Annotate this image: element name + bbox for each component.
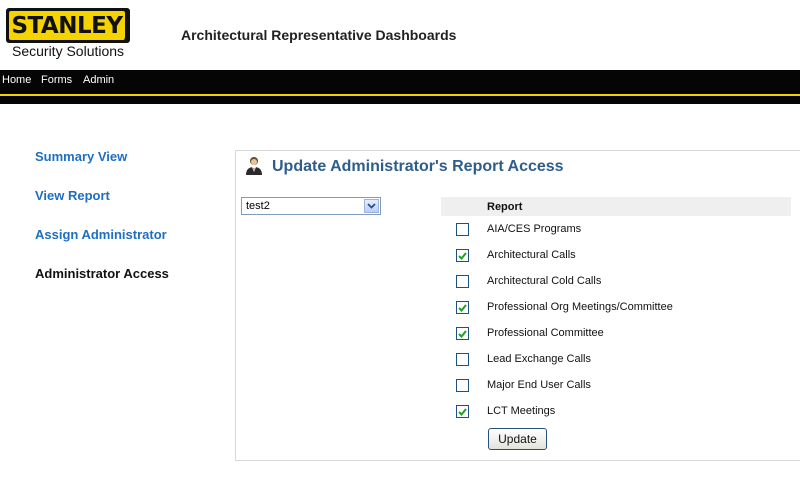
user-admin-icon — [246, 157, 262, 175]
sidebar-item-assign-administrator[interactable]: Assign Administrator — [35, 227, 167, 242]
nav-home[interactable]: Home — [2, 74, 31, 86]
report-label: Architectural Cold Calls — [487, 275, 602, 287]
report-checkbox-major-end-user-calls[interactable] — [456, 379, 469, 392]
sidebar-item-administrator-access: Administrator Access — [35, 266, 169, 281]
logo-text: STANLEY — [11, 12, 123, 39]
report-checkbox-architectural-calls[interactable] — [456, 249, 469, 262]
report-label: Architectural Calls — [487, 249, 576, 261]
logo-subtitle: Security Solutions — [12, 43, 125, 59]
nav-admin[interactable]: Admin — [83, 74, 114, 86]
report-label: Lead Exchange Calls — [487, 353, 591, 365]
checkmark-icon — [458, 407, 467, 416]
logo-badge-inner: STANLEY — [9, 11, 125, 40]
nav-bottom-bar — [0, 96, 800, 104]
chevron-down-icon — [367, 203, 376, 209]
registered-mark: ® — [124, 37, 128, 43]
report-checkbox-aia-ces-programs[interactable] — [456, 223, 469, 236]
update-button[interactable]: Update — [488, 428, 547, 450]
sidebar-item-view-report[interactable]: View Report — [35, 188, 110, 203]
nav-forms[interactable]: Forms — [41, 74, 72, 86]
dropdown-button[interactable] — [364, 199, 379, 213]
report-label: Professional Committee — [487, 327, 604, 339]
checkmark-icon — [458, 329, 467, 338]
report-checkbox-lct-meetings[interactable] — [456, 405, 469, 418]
report-label: AIA/CES Programs — [487, 223, 582, 235]
report-checkbox-professional-committee[interactable] — [456, 327, 469, 340]
page-title: Update Administrator's Report Access — [272, 158, 564, 175]
report-label: LCT Meetings — [487, 405, 556, 417]
administrator-select[interactable]: test2 — [241, 197, 381, 215]
stanley-logo: STANLEY ® Security Solutions — [5, 8, 131, 62]
top-nav-bar — [0, 70, 800, 94]
report-checkbox-lead-exchange-calls[interactable] — [456, 353, 469, 366]
administrator-select-value: test2 — [246, 200, 270, 212]
report-checkbox-professional-org-meetings-committee[interactable] — [456, 301, 469, 314]
report-checkbox-architectural-cold-calls[interactable] — [456, 275, 469, 288]
report-label: Professional Org Meetings/Committee — [487, 301, 673, 313]
sidebar-item-summary-view[interactable]: Summary View — [35, 149, 127, 164]
report-label: Major End User Calls — [487, 379, 591, 391]
checkmark-icon — [458, 251, 467, 260]
app-title: Architectural Representative Dashboards — [181, 27, 457, 43]
checkmark-icon — [458, 303, 467, 312]
report-column-header: Report — [487, 201, 523, 213]
